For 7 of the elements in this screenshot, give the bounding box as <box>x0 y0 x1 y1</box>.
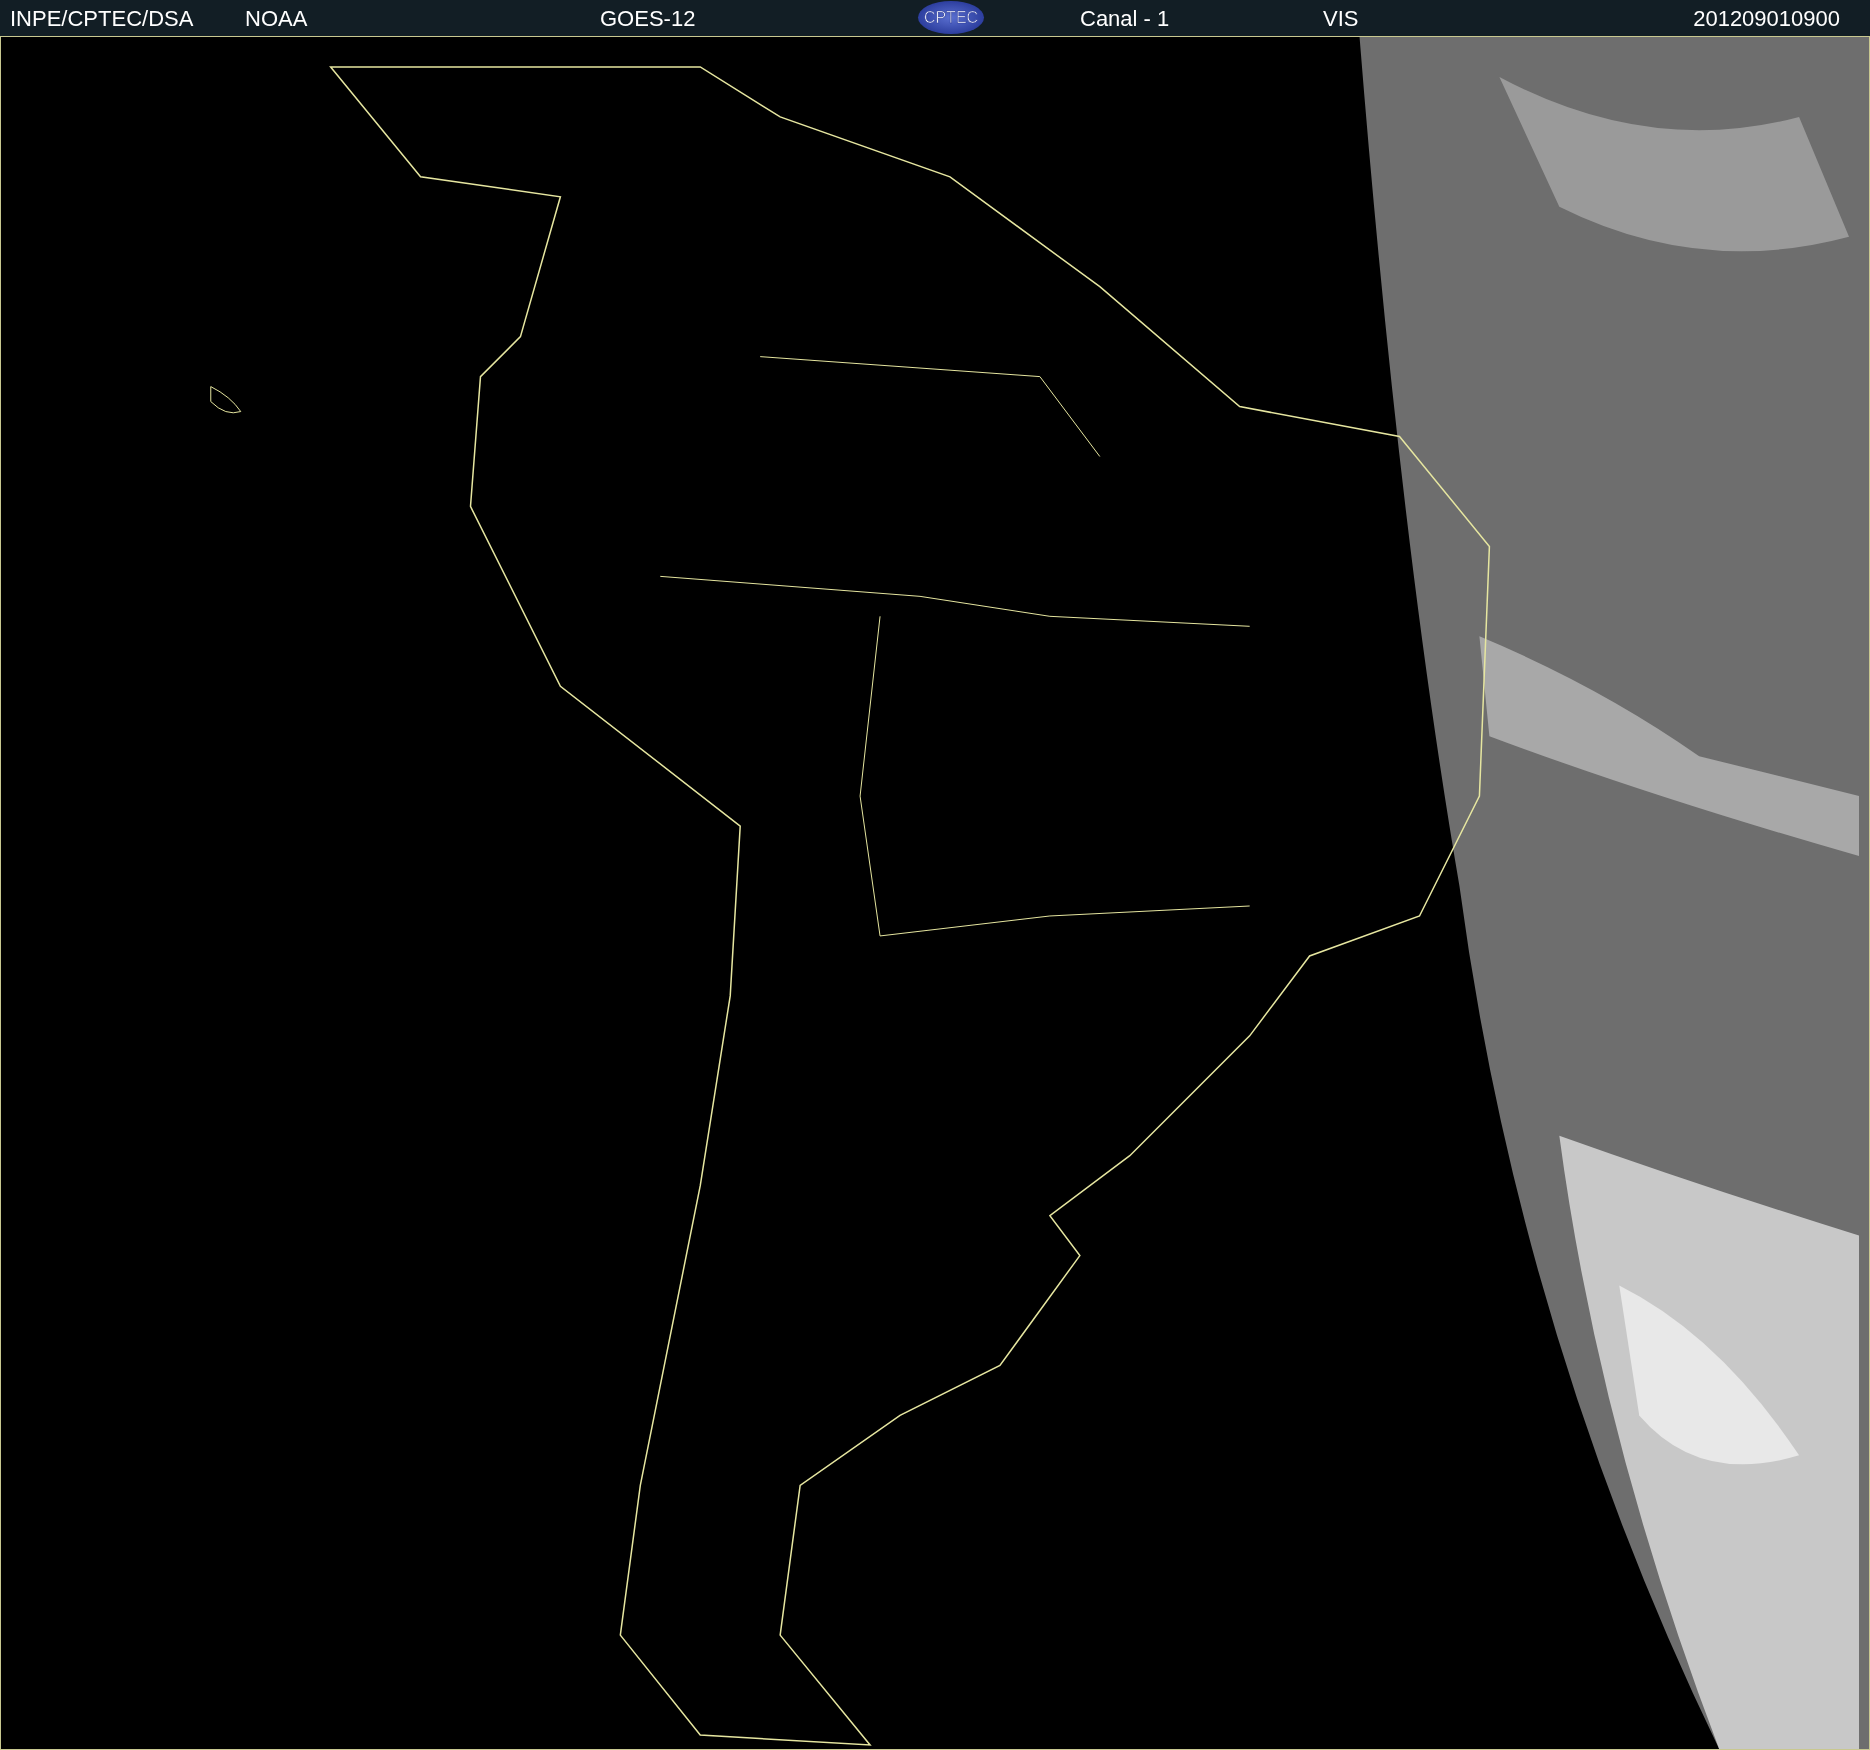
source-label: INPE/CPTEC/DSA <box>10 6 194 32</box>
satellite-label: GOES-12 <box>600 6 696 32</box>
channel-label: Canal - 1 <box>1080 6 1170 32</box>
timestamp-label: 201209010900 <box>1693 6 1840 32</box>
logo: CPTEC <box>918 1 984 34</box>
agency-label: NOAA <box>245 6 308 32</box>
band-label: VIS <box>1323 6 1359 32</box>
